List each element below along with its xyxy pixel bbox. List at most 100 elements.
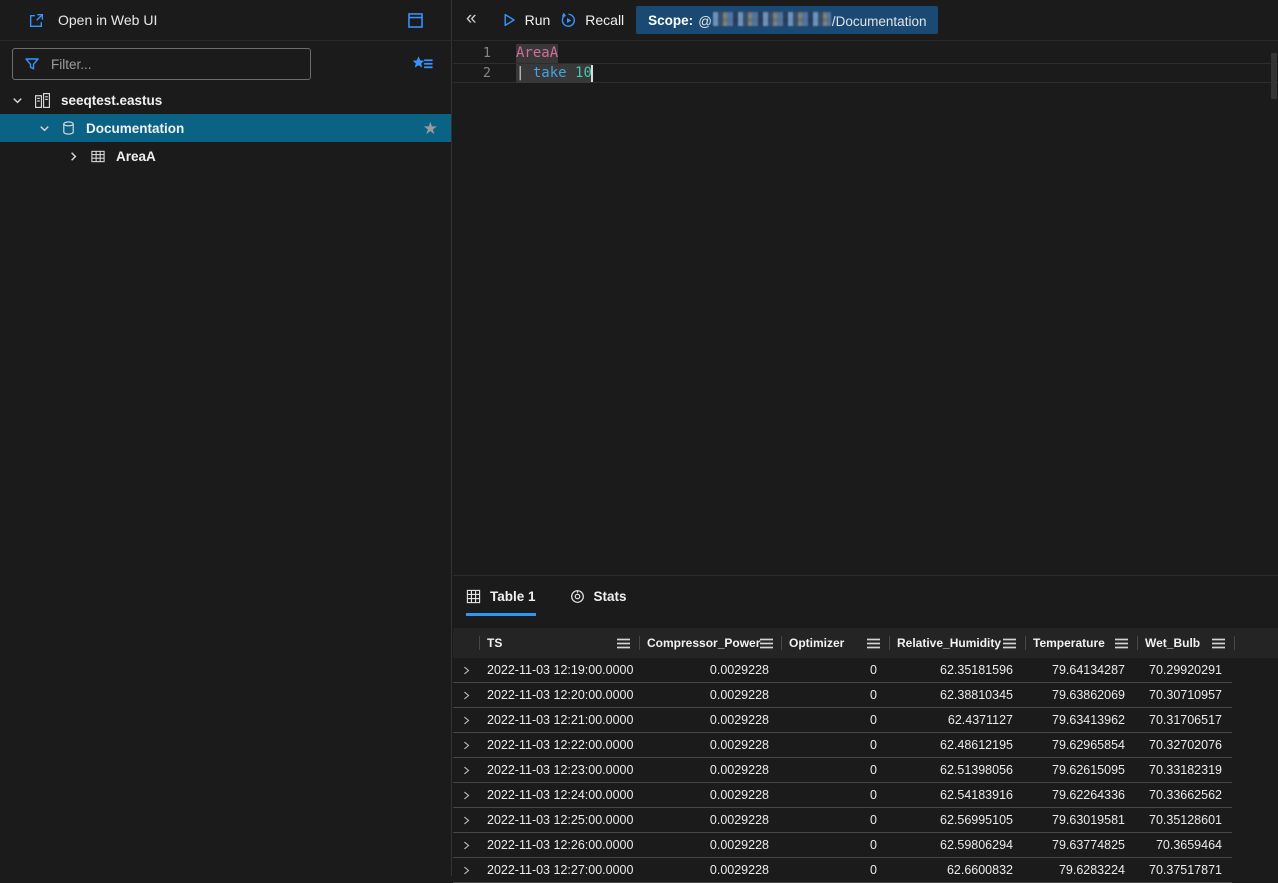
database-icon — [61, 120, 76, 136]
cell-optimizer: 0 — [781, 663, 889, 677]
column-menu-icon[interactable] — [1115, 638, 1128, 649]
row-expander-icon[interactable] — [453, 765, 479, 776]
cell-wet_bulb: 70.3659464 — [1137, 838, 1234, 852]
cell-optimizer: 0 — [781, 738, 889, 752]
cell-relative_humidity: 62.54183916 — [889, 788, 1025, 802]
column-menu-icon[interactable] — [617, 638, 630, 649]
cell-compressor_power: 0.0029228 — [639, 763, 781, 777]
chevron-down-icon[interactable] — [10, 93, 25, 108]
column-header-label: TS — [487, 636, 502, 650]
column-header-ts[interactable]: TS — [479, 628, 639, 658]
header-filler-cell — [1234, 628, 1278, 658]
table-row[interactable]: 2022-11-03 12:19:00.00000.0029228062.351… — [453, 658, 1232, 683]
tree-item-label: Documentation — [86, 121, 184, 136]
table-row[interactable]: 2022-11-03 12:26:00.00000.0029228062.598… — [453, 833, 1232, 858]
cell-relative_humidity: 62.59806294 — [889, 838, 1025, 852]
row-expander-icon[interactable] — [453, 865, 479, 876]
scope-selector[interactable]: Scope: @/Documentation — [636, 6, 938, 34]
column-header-wet_bulb[interactable]: Wet_Bulb — [1137, 628, 1234, 658]
column-menu-icon[interactable] — [760, 638, 773, 649]
cell-ts: 2022-11-03 12:24:00.0000 — [479, 788, 639, 802]
cell-wet_bulb: 70.31706517 — [1137, 713, 1234, 727]
editor-lines: 1 AreaA2| take 10 — [453, 43, 1278, 83]
open-external-icon[interactable] — [28, 12, 45, 29]
scope-redacted-segment — [713, 12, 831, 26]
tree-item-areaa[interactable]: AreaA — [0, 142, 451, 170]
table-row[interactable]: 2022-11-03 12:22:00.00000.0029228062.486… — [453, 733, 1232, 758]
query-toolbar: « Run Recall Scope: @/Documentation — [453, 0, 1278, 41]
table-row[interactable]: 2022-11-03 12:21:00.00000.0029228062.437… — [453, 708, 1232, 733]
column-header-compressor_power[interactable]: Compressor_Power — [639, 628, 781, 658]
scope-label: Scope: — [648, 13, 693, 28]
column-header-relative_humidity[interactable]: Relative_Humidity — [889, 628, 1025, 658]
cell-relative_humidity: 62.51398056 — [889, 763, 1025, 777]
line-number: 1 — [453, 44, 491, 63]
table-row[interactable]: 2022-11-03 12:24:00.00000.0029228062.541… — [453, 783, 1232, 808]
row-expander-icon[interactable] — [453, 690, 479, 701]
editor-scrollbar[interactable] — [1271, 53, 1277, 99]
cell-ts: 2022-11-03 12:25:00.0000 — [479, 813, 639, 827]
cell-temperature: 79.62615095 — [1025, 763, 1137, 777]
row-expander-icon[interactable] — [453, 715, 479, 726]
chevron-right-icon[interactable] — [66, 149, 81, 164]
cell-optimizer: 0 — [781, 863, 889, 877]
column-menu-icon[interactable] — [867, 638, 880, 649]
cell-relative_humidity: 62.6600832 — [889, 863, 1025, 877]
collapse-left-icon[interactable]: « — [453, 8, 491, 32]
sidebar-title[interactable]: Open in Web UI — [58, 12, 157, 28]
tree-item-documentation[interactable]: Documentation ★ — [0, 114, 451, 142]
query-editor[interactable]: 1 AreaA2| take 10 — [453, 41, 1278, 575]
cell-optimizer: 0 — [781, 838, 889, 852]
cell-compressor_power: 0.0029228 — [639, 713, 781, 727]
run-button[interactable]: Run — [501, 12, 551, 28]
results-grid-header: TS Compressor_PowerOptimizerRelative_Humi… — [453, 628, 1278, 658]
results-panel: Table 1 Stats TS Compressor_PowerOptimizer… — [453, 575, 1278, 876]
recall-button[interactable]: Recall — [560, 12, 624, 29]
results-tabs: Table 1 Stats — [453, 576, 1278, 628]
cell-compressor_power: 0.0029228 — [639, 813, 781, 827]
cell-ts: 2022-11-03 12:23:00.0000 — [479, 763, 639, 777]
cell-wet_bulb: 70.30710957 — [1137, 688, 1234, 702]
code-content: AreaA — [516, 44, 558, 63]
cell-relative_humidity: 62.38810345 — [889, 688, 1025, 702]
favorites-filter-icon[interactable] — [412, 55, 434, 73]
tab-stats[interactable]: Stats — [570, 589, 627, 616]
column-menu-icon[interactable] — [1212, 638, 1225, 649]
table-row[interactable]: 2022-11-03 12:20:00.00000.0029228062.388… — [453, 683, 1232, 708]
column-header-temperature[interactable]: Temperature — [1025, 628, 1137, 658]
cell-compressor_power: 0.0029228 — [639, 738, 781, 752]
row-expander-icon[interactable] — [453, 840, 479, 851]
filter-input[interactable]: Filter... — [12, 48, 311, 80]
tab-table-1[interactable]: Table 1 — [466, 589, 536, 616]
tree-item-seeqtest-eastus[interactable]: seeqtest.eastus — [0, 86, 451, 114]
table-row[interactable]: 2022-11-03 12:23:00.00000.0029228062.513… — [453, 758, 1232, 783]
row-expander-icon[interactable] — [453, 740, 479, 751]
cell-ts: 2022-11-03 12:26:00.0000 — [479, 838, 639, 852]
row-expander-icon[interactable] — [453, 815, 479, 826]
table-row[interactable]: 2022-11-03 12:25:00.00000.0029228062.569… — [453, 808, 1232, 833]
layout-panel-icon[interactable] — [406, 11, 425, 30]
column-header-optimizer[interactable]: Optimizer — [781, 628, 889, 658]
row-expander-icon[interactable] — [453, 790, 479, 801]
funnel-icon — [24, 56, 40, 72]
cell-compressor_power: 0.0029228 — [639, 863, 781, 877]
star-icon[interactable]: ★ — [423, 120, 438, 137]
table-row[interactable]: 2022-11-03 12:27:00.00000.0029228062.660… — [453, 858, 1232, 883]
cell-compressor_power: 0.0029228 — [639, 663, 781, 677]
code-content: | take 10 — [516, 64, 593, 83]
cell-wet_bulb: 70.33662562 — [1137, 788, 1234, 802]
results-grid-rows: 2022-11-03 12:19:00.00000.0029228062.351… — [453, 658, 1278, 883]
recall-icon — [560, 12, 577, 29]
gauge-icon — [570, 589, 585, 604]
code-line-2[interactable]: 2| take 10 — [453, 63, 1278, 83]
chevron-down-icon[interactable] — [37, 121, 52, 136]
row-expander-icon[interactable] — [453, 665, 479, 676]
cell-wet_bulb: 70.33182319 — [1137, 763, 1234, 777]
cell-compressor_power: 0.0029228 — [639, 688, 781, 702]
cell-optimizer: 0 — [781, 713, 889, 727]
code-line-1[interactable]: 1 AreaA — [453, 43, 1278, 63]
cluster-icon — [34, 92, 51, 109]
table-grid-icon — [466, 589, 481, 604]
code-token: 10 — [575, 64, 592, 83]
column-menu-icon[interactable] — [1003, 638, 1016, 649]
